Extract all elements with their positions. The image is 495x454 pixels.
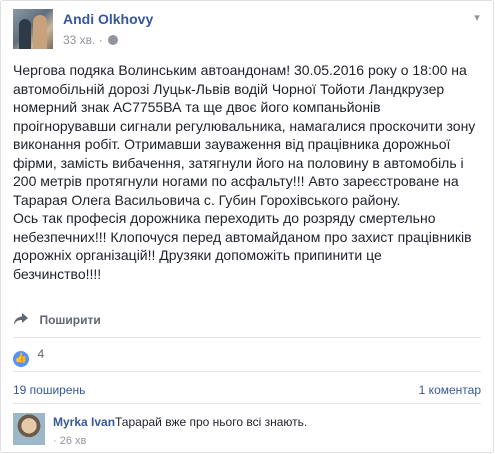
- shares-count[interactable]: 19 поширень: [13, 383, 85, 397]
- post-text: Чергова подяка Волинським автоандонам! 3…: [13, 62, 476, 282]
- comment-time[interactable]: · 26 хв: [53, 435, 86, 447]
- share-label: Поширити: [39, 313, 101, 327]
- like-icon: 👍: [13, 351, 29, 367]
- avatar-figure: [33, 15, 47, 49]
- comments-count[interactable]: 1 коментар: [419, 383, 481, 397]
- avatar-figure: [19, 19, 31, 49]
- chevron-down-icon[interactable]: ▾: [471, 13, 483, 24]
- comment-item: Myrka Ivan Тарарай вже про нього всі зна…: [13, 413, 483, 453]
- comment-text: Тарарай вже про нього всі знають.: [115, 415, 308, 429]
- post-time[interactable]: 33 хв.: [63, 33, 95, 47]
- share-icon: [14, 313, 28, 325]
- post-card: Andi Olkhovy 33 хв. · ▾ Чергова подяка В…: [0, 0, 494, 453]
- divider: [13, 403, 481, 404]
- post-meta: 33 хв. ·: [63, 33, 119, 47]
- share-button[interactable]: Поширити: [13, 311, 101, 331]
- author-name[interactable]: Andi Olkhovy: [63, 11, 153, 27]
- commenter-avatar[interactable]: [13, 413, 45, 445]
- divider: [13, 337, 481, 338]
- divider: [13, 371, 481, 372]
- author-avatar[interactable]: [13, 9, 53, 49]
- globe-icon: [108, 35, 119, 45]
- commenter-name[interactable]: Myrka Ivan: [53, 415, 115, 429]
- post-stats: 19 поширень 1 коментар: [13, 383, 481, 397]
- reaction-count: 4: [37, 347, 45, 361]
- post-header: Andi Olkhovy 33 хв. · ▾: [13, 9, 483, 53]
- reactions-summary[interactable]: 👍 4: [13, 345, 45, 367]
